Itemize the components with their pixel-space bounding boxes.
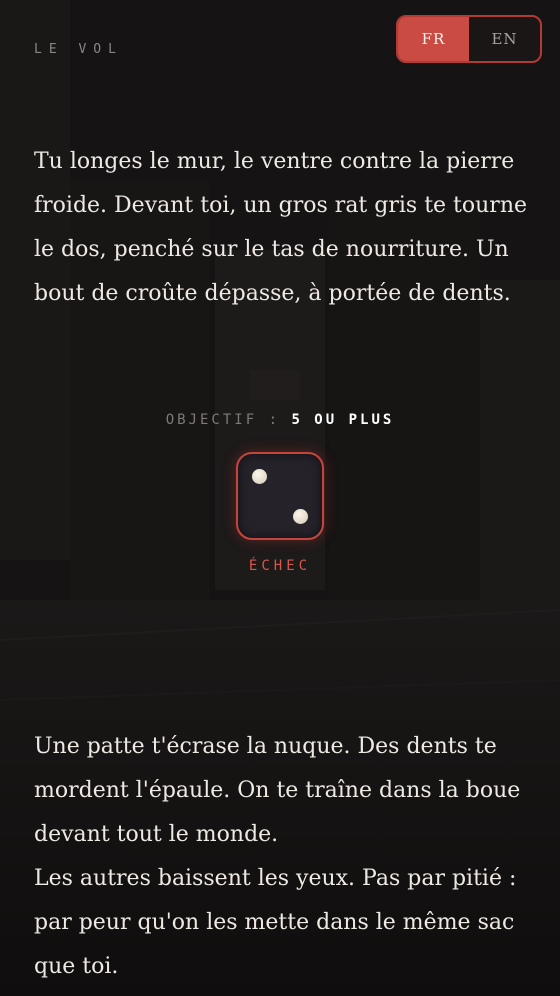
- roll-result: ÉCHEC: [248, 558, 312, 574]
- roll-objective: OBJECTIF : 5 OU PLUS: [0, 412, 560, 428]
- story-paragraph: Tu longes le mur, le ventre contre la pi…: [34, 149, 528, 306]
- language-en-button[interactable]: EN: [469, 17, 540, 61]
- language-toggle: FR EN: [396, 15, 542, 63]
- story-paragraph: Une patte t'écrase la nuque. Des dents t…: [34, 725, 534, 989]
- page-title: LE VOL: [34, 42, 123, 57]
- story-line: Une patte t'écrase la nuque. Des dents t…: [34, 734, 521, 847]
- story-line: Les autres baissent les yeux. Pas par pi…: [34, 866, 517, 979]
- language-fr-button[interactable]: FR: [398, 17, 469, 61]
- objective-separator: :: [268, 412, 280, 428]
- die-pip: [252, 469, 267, 484]
- objective-label: OBJECTIF: [165, 412, 258, 428]
- page-content: LE VOL FR EN Tu longes le mur, le ventre…: [0, 0, 560, 996]
- die-pip: [293, 509, 308, 524]
- objective-value: 5 OU PLUS: [291, 412, 395, 428]
- die-icon: [236, 452, 324, 540]
